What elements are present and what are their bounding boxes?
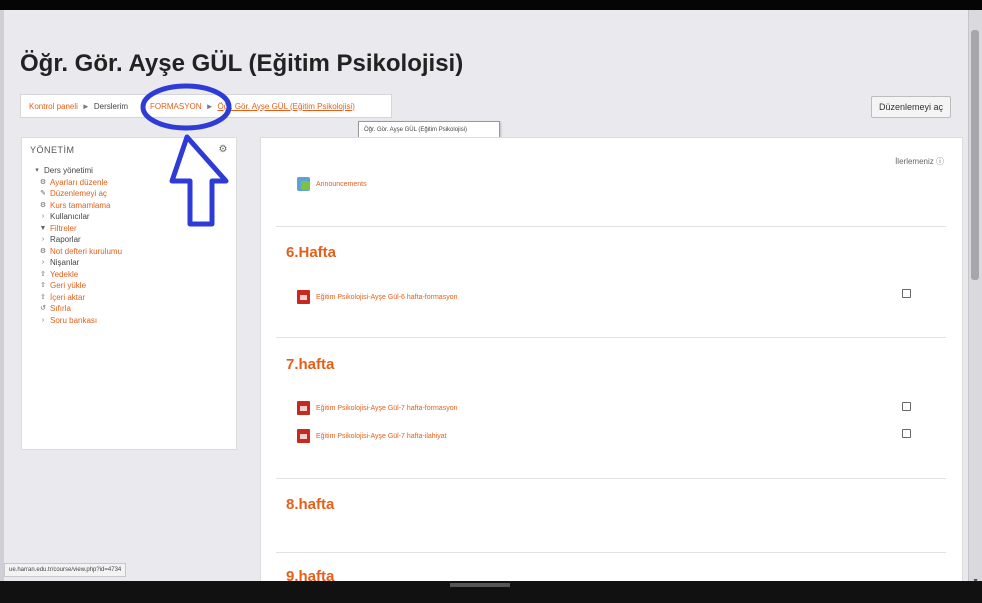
top-frame-bar	[0, 0, 982, 10]
activity-7-formasyon[interactable]: Eğitim Psikolojisi-Ayşe Gül-7 hafta-form…	[297, 401, 457, 415]
tree-item-kurs-tamamlama[interactable]: ⚙ Kurs tamamlama	[30, 200, 228, 212]
tree-item-duzenlemeyi-ac[interactable]: ✎ Düzenlemeyi aç	[30, 188, 228, 200]
activity-label: Eğitim Psikolojisi-Ayşe Gül-6 hafta-form…	[316, 293, 458, 301]
tree-item-label: Soru bankası	[50, 315, 98, 325]
breadcrumb-item-formasyon[interactable]: FORMASYON	[150, 102, 202, 111]
breadcrumb: Kontrol paneli ► Derslerim ► FORMASYON ►…	[20, 94, 392, 118]
course-content: İlerlemeniz ⓘ Announcements 6.Hafta Eğit…	[260, 137, 963, 587]
scrollbar-thumb[interactable]	[971, 30, 979, 280]
tree-item-iceri-aktar[interactable]: ⇧ İçeri aktar	[30, 292, 228, 304]
gear-icon: ⚙	[39, 247, 47, 255]
activity-7-ilahiyat[interactable]: Eğitim Psikolojisi-Ayşe Gül-7 hafta-ilah…	[297, 429, 447, 443]
help-icon[interactable]: ⓘ	[936, 157, 944, 166]
section-title-6: 6.Hafta	[286, 244, 337, 261]
tree-item-label: Düzenlemeyi aç	[50, 189, 107, 198]
status-bar-url: ue.harran.edu.tr/course/view.php?id=4734	[4, 563, 127, 577]
progress-label-text: İlerlemeniz	[895, 157, 934, 166]
gear-icon: ⚙	[39, 178, 47, 186]
turn-editing-on-button[interactable]: Düzenlemeyi aç	[871, 96, 951, 118]
activity-label: Eğitim Psikolojisi-Ayşe Gül-7 hafta-form…	[316, 404, 458, 412]
progress-label: İlerlemeniz ⓘ	[895, 156, 944, 167]
upload-icon: ⇧	[40, 270, 46, 278]
tree-item-label: Geri yükle	[50, 281, 87, 290]
activity-announcements[interactable]: Announcements	[297, 177, 367, 191]
tree-item-sifirla[interactable]: ↺ Sıfırla	[30, 303, 228, 315]
administration-block: YÖNETİM ⚙ ▾ Ders yönetimi ⚙ Ayarları düz…	[21, 137, 237, 450]
section-divider	[276, 552, 946, 553]
tree-item-label: Raporlar	[50, 235, 81, 244]
caret-down-icon: ▾	[35, 167, 39, 174]
tree-item-kullanicilar[interactable]: › Kullanıcılar	[30, 211, 228, 223]
activity-label: Announcements	[316, 180, 367, 188]
section-divider	[276, 337, 946, 338]
breadcrumb-item-derslerim[interactable]: Derslerim	[94, 102, 128, 111]
bottom-frame-highlight	[450, 583, 510, 587]
pencil-icon: ✎	[40, 190, 46, 197]
pdf-icon	[297, 290, 310, 304]
tree-item-nisanlar[interactable]: › Nişanlar	[30, 257, 228, 269]
filter-icon: ▼	[39, 224, 47, 232]
tree-item-filtreler[interactable]: ▼ Filtreler	[30, 223, 228, 235]
page-title: Öğr. Gör. Ayşe GÜL (Eğitim Psikolojisi)	[20, 50, 464, 77]
pdf-icon	[297, 401, 310, 415]
administration-heading: YÖNETİM	[30, 144, 75, 155]
breadcrumb-item-course[interactable]: Öğr. Gör. Ayşe GÜL (Eğitim Psikolojisi)	[217, 102, 354, 111]
breadcrumb-separator: ►	[81, 101, 90, 111]
upload-icon: ⇧	[40, 282, 46, 289]
pdf-icon	[297, 429, 310, 443]
upload-icon: ⇧	[40, 293, 46, 301]
caret-right-icon: ›	[41, 213, 45, 220]
forum-icon	[297, 177, 310, 191]
section-title-8: 8.hafta	[286, 496, 335, 513]
tree-item-label: Sıfırla	[50, 304, 71, 313]
tree-item-label: Kullanıcılar	[50, 212, 90, 221]
activity-6-formasyon[interactable]: Eğitim Psikolojisi-Ayşe Gül-6 hafta-form…	[297, 290, 457, 304]
tree-item-label: Nişanlar	[50, 258, 80, 267]
tree-item-label: Yedekle	[50, 269, 79, 279]
section-divider	[276, 226, 946, 227]
tree-item-label: Kurs tamamlama	[50, 200, 111, 210]
administration-header: YÖNETİM ⚙	[30, 144, 228, 155]
vertical-scrollbar[interactable]: ▼	[968, 10, 982, 585]
tree-item-yedekle[interactable]: ⇧ Yedekle	[30, 269, 228, 281]
tree-item-label: Ders yönetimi	[44, 166, 93, 175]
tree-item-label: Ayarları düzenle	[50, 177, 108, 187]
tree-item-label: Not defteri kurulumu	[50, 246, 123, 256]
completion-checkbox[interactable]	[902, 429, 911, 438]
breadcrumb-tooltip: Öğr. Gör. Ayşe GÜL (Eğitim Psikolojisi)	[358, 121, 500, 138]
caret-right-icon: ›	[41, 259, 45, 266]
tree-item-label: Filtreler	[50, 223, 77, 233]
tree-item-label: İçeri aktar	[50, 292, 86, 302]
completion-checkbox[interactable]	[902, 289, 911, 298]
caret-right-icon: ›	[41, 236, 45, 243]
caret-right-icon: ›	[41, 316, 45, 324]
reset-icon: ↺	[40, 305, 46, 312]
administration-tree: ▾ Ders yönetimi ⚙ Ayarları düzenle ✎ Düz…	[30, 165, 228, 326]
tree-item-not-defteri[interactable]: ⚙ Not defteri kurulumu	[30, 246, 228, 258]
left-window-edge	[0, 10, 4, 581]
breadcrumb-separator: ►	[205, 101, 214, 111]
section-title-7: 7.hafta	[286, 356, 335, 373]
section-divider	[276, 478, 946, 479]
tree-item-ayarlari-duzenle[interactable]: ⚙ Ayarları düzenle	[30, 177, 228, 189]
tree-item-ders-yonetimi[interactable]: ▾ Ders yönetimi	[30, 165, 228, 177]
gear-icon: ⚙	[39, 201, 47, 209]
tree-item-geri-yukle[interactable]: ⇧ Geri yükle	[30, 280, 228, 292]
activity-label: Eğitim Psikolojisi-Ayşe Gül-7 hafta-ilah…	[316, 432, 447, 440]
block-actions-gear-icon[interactable]: ⚙	[219, 144, 228, 155]
tree-item-raporlar[interactable]: › Raporlar	[30, 234, 228, 246]
tree-item-soru-bankasi[interactable]: › Soru bankası	[30, 315, 228, 327]
completion-checkbox[interactable]	[902, 402, 911, 411]
breadcrumb-item-kontrol-paneli[interactable]: Kontrol paneli	[29, 102, 78, 111]
